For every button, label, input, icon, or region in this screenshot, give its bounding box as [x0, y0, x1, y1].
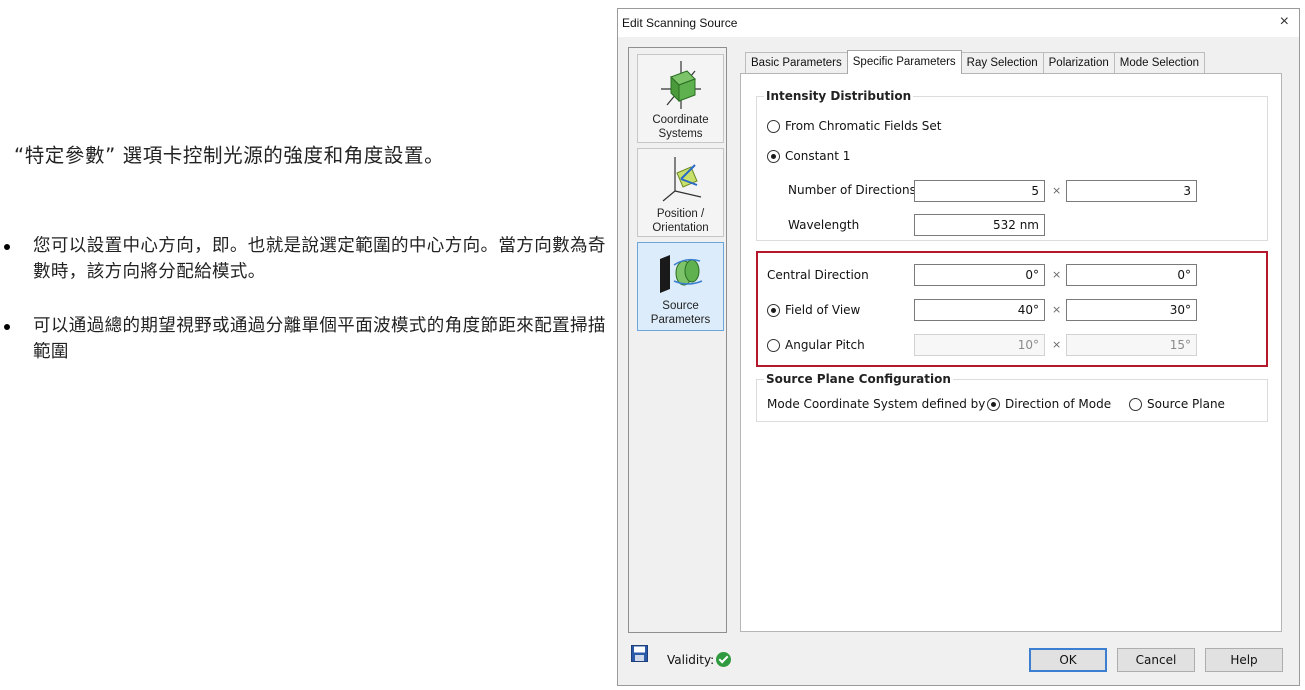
central-direction-x-field[interactable]: 0° [914, 264, 1045, 286]
radio-constant-1[interactable]: Constant 1 [767, 149, 850, 163]
times-separator: × [1052, 184, 1062, 197]
validity-label: Validity: [667, 652, 715, 667]
number-of-directions-label: Number of Directions [788, 183, 916, 197]
sidebar-item-label: Parameters [650, 314, 711, 326]
field-of-view-x-field[interactable]: 40° [914, 299, 1045, 321]
sidebar-item-label: Source [662, 300, 699, 312]
annotation-bullet-text: 您可以設置中心方向，即。也就是說選定範圍的中心方向。當方向數為奇數時，該方向將分… [33, 236, 606, 282]
bullet-dot [4, 324, 10, 330]
annotation-bullet: 您可以設置中心方向，即。也就是說選定範圍的中心方向。當方向數為奇數時，該方向將分… [0, 233, 612, 285]
angular-pitch-x-field: 10° [914, 334, 1045, 356]
radio-from-chromatic-fields-set[interactable]: From Chromatic Fields Set [767, 119, 942, 133]
dialog-title: Edit Scanning Source [622, 16, 738, 30]
radio-button [767, 338, 780, 352]
central-direction-label: Central Direction [767, 268, 869, 282]
mode-coordinate-system-label: Mode Coordinate System defined by [767, 397, 986, 411]
sidebar-item-source-parameters[interactable]: Source Parameters [637, 242, 724, 331]
central-direction-y-field[interactable]: 0° [1066, 264, 1197, 286]
intensity-distribution-title: Intensity Distribution [764, 89, 914, 103]
sidebar-item-label: Position / [656, 208, 705, 220]
wavelength-label: Wavelength [788, 218, 860, 232]
tab-polarization[interactable]: Polarization [1042, 52, 1115, 74]
sidebar-item-position-orientation[interactable]: Position / Orientation [637, 148, 724, 237]
tab-specific-parameters[interactable]: Specific Parameters [846, 50, 962, 74]
number-of-directions-x-field[interactable]: 5 [914, 180, 1045, 202]
source-plane-configuration-title: Source Plane Configuration [764, 372, 953, 386]
annotation-intro: “特定參數” 選項卡控制光源的強度和角度設置。 [14, 144, 445, 167]
times-separator: × [1052, 338, 1062, 351]
radio-button-checked [767, 303, 780, 317]
validity-ok-icon [716, 652, 732, 667]
coordinate-systems-icon [660, 61, 701, 109]
radio-source-plane[interactable]: Source Plane [1129, 397, 1225, 411]
radio-button [767, 119, 780, 133]
position-orientation-icon [662, 157, 701, 202]
sidebar-item-label: Orientation [652, 222, 709, 234]
tab-strip: Basic Parameters Specific Parameters Ray… [745, 50, 1206, 74]
radio-button-checked [767, 149, 780, 163]
field-of-view-y-field[interactable]: 30° [1066, 299, 1197, 321]
radio-label: Source Plane [1147, 397, 1225, 411]
cancel-button[interactable]: Cancel [1117, 648, 1195, 672]
radio-angular-pitch[interactable]: Angular Pitch [767, 338, 865, 352]
wavelength-field[interactable]: 532 nm [914, 214, 1045, 236]
sidebar-item-label: Coordinate [652, 114, 709, 126]
bullet-dot [4, 244, 10, 250]
annotation-bullet: 可以通過總的期望視野或通過分離單個平面波模式的角度節距來配置掃描範圍 [0, 313, 612, 365]
annotation-bullet-text: 可以通過總的期望視野或通過分離單個平面波模式的角度節距來配置掃描範圍 [33, 316, 606, 362]
radio-label: Angular Pitch [785, 338, 865, 352]
radio-label: From Chromatic Fields Set [785, 119, 942, 133]
times-separator: × [1052, 303, 1062, 316]
tab-basic-parameters[interactable]: Basic Parameters [745, 52, 848, 74]
radio-button [1129, 397, 1142, 411]
number-of-directions-y-field[interactable]: 3 [1066, 180, 1197, 202]
sidebar-item-label: Systems [658, 128, 703, 140]
dialog-titlebar: Edit Scanning Source × [618, 9, 1299, 37]
annotation-bullet-list: 您可以設置中心方向，即。也就是說選定範圍的中心方向。當方向數為奇數時，該方向將分… [0, 233, 612, 365]
radio-label: Constant 1 [785, 149, 851, 163]
times-separator: × [1052, 268, 1062, 281]
angular-pitch-y-field: 15° [1066, 334, 1197, 356]
radio-button-checked [987, 397, 1000, 411]
validity-indicator: Validity: [667, 652, 732, 667]
source-parameters-icon [659, 255, 702, 293]
sidebar-item-coordinate-systems[interactable]: Coordinate Systems [637, 54, 724, 143]
radio-label: Direction of Mode [1005, 397, 1112, 411]
close-button[interactable]: × [1280, 13, 1289, 31]
radio-field-of-view[interactable]: Field of View [767, 303, 860, 317]
radio-direction-of-mode[interactable]: Direction of Mode [987, 397, 1111, 411]
sidebar: Coordinate Systems Position / Orientatio… [628, 47, 727, 633]
radio-label: Field of View [785, 303, 861, 317]
tab-mode-selection[interactable]: Mode Selection [1113, 52, 1206, 74]
save-icon[interactable] [631, 645, 648, 662]
help-button[interactable]: Help [1205, 648, 1283, 672]
tab-ray-selection[interactable]: Ray Selection [960, 52, 1044, 74]
ok-button[interactable]: OK [1029, 648, 1107, 672]
